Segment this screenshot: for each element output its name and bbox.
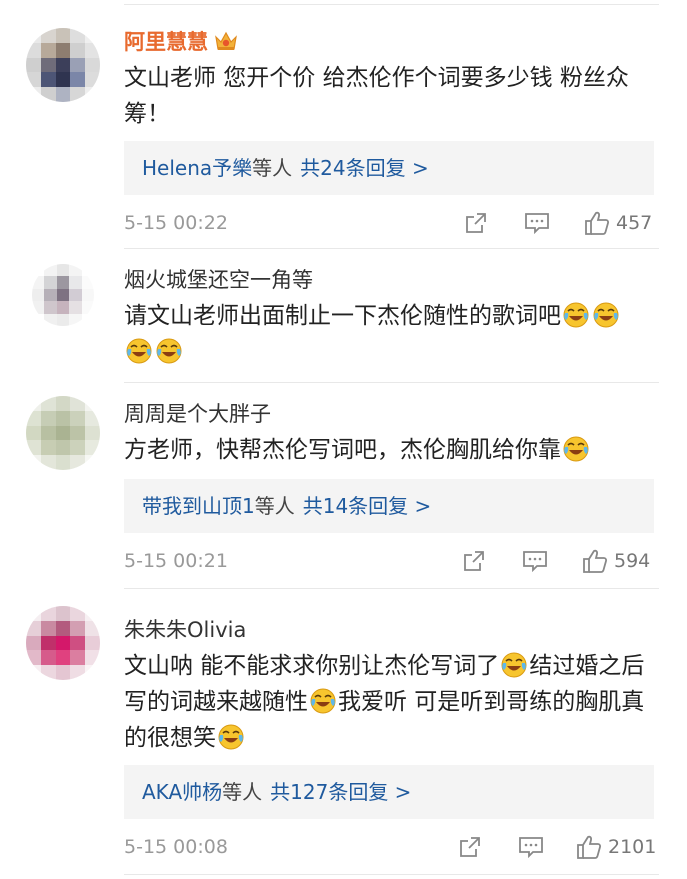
divider xyxy=(124,588,659,589)
avatar[interactable] xyxy=(26,606,100,680)
comment-meta: 5-15 00:21 594 xyxy=(124,546,659,576)
comment-icon[interactable] xyxy=(524,208,550,238)
username[interactable]: 烟火城堡还空一角等 xyxy=(124,266,313,294)
like-button[interactable]: 457 xyxy=(584,208,652,238)
reply-users-suffix: 等人 xyxy=(222,780,263,804)
reply-users[interactable]: AKA帅杨 xyxy=(142,780,222,804)
comment-icon[interactable] xyxy=(522,546,548,576)
comment-text: 方老师，快帮杰伦写词吧，杰伦胸肌给你靠 xyxy=(124,432,654,468)
divider xyxy=(124,248,659,249)
avatar[interactable] xyxy=(26,396,100,470)
comment-text: 文山老师 您开个价 给杰伦作个词要多少钱 粉丝众筹！ xyxy=(124,65,629,127)
like-count: 457 xyxy=(616,212,653,234)
reply-count-link[interactable]: 共24条回复 > xyxy=(300,156,429,180)
comment-text: 文山呐 能不能求求你别让杰伦写词了 结过婚之后写的词越来越随性 我爱听 可是听到哥练… xyxy=(124,648,654,756)
share-icon[interactable] xyxy=(462,546,486,576)
like-button[interactable]: 594 xyxy=(582,546,650,576)
like-button[interactable]: 2101 xyxy=(576,832,656,862)
laugh-cry-emoji xyxy=(310,688,336,714)
reply-count-link[interactable]: 共14条回复 > xyxy=(303,494,432,518)
username[interactable]: 朱朱朱Olivia xyxy=(124,616,246,644)
comment-text-part: 文山呐 能不能求求你别让杰伦写词了 xyxy=(124,653,500,679)
share-icon[interactable] xyxy=(464,208,488,238)
timestamp: 5-15 00:21 xyxy=(124,550,228,572)
timestamp: 5-15 00:08 xyxy=(124,836,228,858)
thumbs-up-icon xyxy=(584,210,610,236)
avatar[interactable] xyxy=(26,28,100,102)
share-icon[interactable] xyxy=(458,832,482,862)
thumbs-up-icon xyxy=(576,834,602,860)
crown-icon xyxy=(214,30,238,59)
laugh-cry-emoji xyxy=(126,338,152,364)
divider xyxy=(124,382,659,383)
laugh-cry-emoji xyxy=(218,724,244,750)
comment-text: 请文山老师出面制止一下杰伦随性的歌词吧 xyxy=(124,298,654,370)
timestamp: 5-15 00:22 xyxy=(124,212,228,234)
reply-summary[interactable]: 带我到山顶1等人 共14条回复 > xyxy=(124,479,654,533)
like-count: 594 xyxy=(614,550,651,572)
laugh-cry-emoji xyxy=(563,302,589,328)
divider xyxy=(124,4,659,5)
laugh-cry-emoji xyxy=(563,436,589,462)
reply-count-link[interactable]: 共127条回复 > xyxy=(270,780,411,804)
reply-users-suffix: 等人 xyxy=(254,494,295,518)
laugh-cry-emoji xyxy=(156,338,182,364)
laugh-cry-emoji xyxy=(501,652,527,678)
comment-meta: 5-15 00:08 2101 xyxy=(124,832,659,862)
reply-users[interactable]: Helena予樂 xyxy=(142,156,252,180)
comment-icon[interactable] xyxy=(518,832,544,862)
reply-users[interactable]: 带我到山顶1 xyxy=(142,494,255,518)
avatar[interactable] xyxy=(32,264,94,326)
username[interactable]: 周周是个大胖子 xyxy=(124,400,271,428)
username[interactable]: 阿里慧慧 xyxy=(124,28,238,59)
reply-summary[interactable]: Helena予樂等人 共24条回复 > xyxy=(124,141,654,195)
comment-text-part: 请文山老师出面制止一下杰伦随性的歌词吧 xyxy=(124,303,561,329)
divider xyxy=(124,874,659,875)
thumbs-up-icon xyxy=(582,548,608,574)
comment-meta: 5-15 00:22 457 xyxy=(124,208,659,238)
comment-text-part: 方老师，快帮杰伦写词吧，杰伦胸肌给你靠 xyxy=(124,437,561,463)
reply-users-suffix: 等人 xyxy=(252,156,293,180)
username-text: 阿里慧慧 xyxy=(124,30,208,54)
laugh-cry-emoji xyxy=(593,302,619,328)
like-count: 2101 xyxy=(608,836,657,858)
reply-summary[interactable]: AKA帅杨等人 共127条回复 > xyxy=(124,765,654,819)
